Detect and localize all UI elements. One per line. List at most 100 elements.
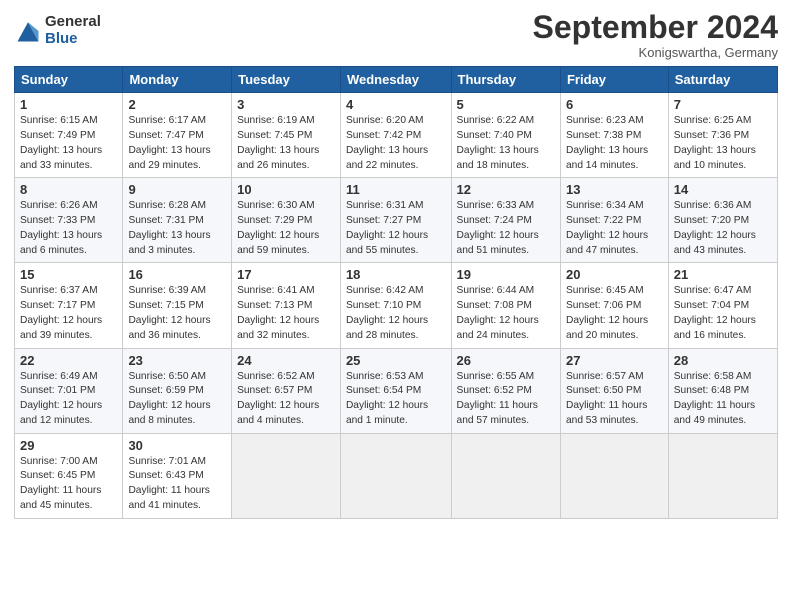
day-number: 22 [20,353,117,368]
page: General Blue September 2024 Konigswartha… [0,0,792,612]
day-info: Sunrise: 6:33 AMSunset: 7:24 PMDaylight:… [457,200,539,255]
table-row: 10 Sunrise: 6:30 AMSunset: 7:29 PMDayligh… [232,178,341,263]
day-number: 30 [128,438,226,453]
table-row: 11Sunrise: 6:31 AMSunset: 7:27 PMDayligh… [340,178,451,263]
month-title: September 2024 [533,10,778,45]
day-number: 21 [674,267,772,282]
table-row: 13 Sunrise: 6:34 AMSunset: 7:22 PMDayligh… [560,178,668,263]
day-info: Sunrise: 6:42 AMSunset: 7:10 PMDaylight:… [346,285,428,340]
table-row [340,433,451,518]
table-row: 18 Sunrise: 6:42 AMSunset: 7:10 PMDayligh… [340,263,451,348]
table-row: 7 Sunrise: 6:25 AMSunset: 7:36 PMDaylight… [668,93,777,178]
day-number: 23 [128,353,226,368]
table-row: 3 Sunrise: 6:19 AMSunset: 7:45 PMDaylight… [232,93,341,178]
day-info: Sunrise: 6:55 AMSunset: 6:52 PMDaylight:… [457,371,538,426]
day-info: Sunrise: 6:30 AMSunset: 7:29 PMDaylight:… [237,200,319,255]
table-row: 8 Sunrise: 6:26 AMSunset: 7:33 PMDaylight… [15,178,123,263]
table-row: 16Sunrise: 6:39 AMSunset: 7:15 PMDayligh… [123,263,232,348]
day-number: 3 [237,97,335,112]
table-row: 15Sunrise: 6:37 AMSunset: 7:17 PMDayligh… [15,263,123,348]
day-number: 4 [346,97,446,112]
table-row: 25 Sunrise: 6:53 AMSunset: 6:54 PMDayligh… [340,348,451,433]
table-row: 1Sunrise: 6:15 AMSunset: 7:49 PMDaylight… [15,93,123,178]
table-row: 9 Sunrise: 6:28 AMSunset: 7:31 PMDaylight… [123,178,232,263]
day-info: Sunrise: 6:45 AMSunset: 7:06 PMDaylight:… [566,285,648,340]
day-info: Sunrise: 6:22 AMSunset: 7:40 PMDaylight:… [457,115,539,170]
day-number: 24 [237,353,335,368]
day-info: Sunrise: 6:19 AMSunset: 7:45 PMDaylight:… [237,115,319,170]
day-number: 8 [20,182,117,197]
table-row: 27 Sunrise: 6:57 AMSunset: 6:50 PMDayligh… [560,348,668,433]
title-block: September 2024 Konigswartha, Germany [533,10,778,60]
day-info: Sunrise: 6:47 AMSunset: 7:04 PMDaylight:… [674,285,756,340]
table-row [560,433,668,518]
table-row [232,433,341,518]
day-info: Sunrise: 7:01 AMSunset: 6:43 PMDaylight:… [128,456,209,511]
day-info: Sunrise: 6:41 AMSunset: 7:13 PMDaylight:… [237,285,319,340]
day-number: 2 [128,97,226,112]
day-number: 7 [674,97,772,112]
day-number: 13 [566,182,663,197]
day-number: 27 [566,353,663,368]
col-monday: Monday [123,67,232,93]
location: Konigswartha, Germany [533,45,778,60]
calendar-header-row: Sunday Monday Tuesday Wednesday Thursday… [15,67,778,93]
col-tuesday: Tuesday [232,67,341,93]
day-info: Sunrise: 6:37 AMSunset: 7:17 PMDaylight:… [20,285,102,340]
logo-blue-text: Blue [45,31,101,48]
calendar-week-4: 22 Sunrise: 6:49 AMSunset: 7:01 PMDayligh… [15,348,778,433]
col-saturday: Saturday [668,67,777,93]
day-info: Sunrise: 6:26 AMSunset: 7:33 PMDaylight:… [20,200,102,255]
day-info: Sunrise: 6:31 AMSunset: 7:27 PMDaylight:… [346,200,428,255]
day-info: Sunrise: 6:23 AMSunset: 7:38 PMDaylight:… [566,115,648,170]
day-number: 18 [346,267,446,282]
calendar-body: 1Sunrise: 6:15 AMSunset: 7:49 PMDaylight… [15,93,778,519]
day-number: 26 [457,353,555,368]
day-info: Sunrise: 6:36 AMSunset: 7:20 PMDaylight:… [674,200,756,255]
day-number: 25 [346,353,446,368]
day-number: 29 [20,438,117,453]
table-row: 4Sunrise: 6:20 AMSunset: 7:42 PMDaylight… [340,93,451,178]
day-info: Sunrise: 6:58 AMSunset: 6:48 PMDaylight:… [674,371,755,426]
day-number: 5 [457,97,555,112]
day-info: Sunrise: 6:49 AMSunset: 7:01 PMDaylight:… [20,371,102,426]
day-number: 10 [237,182,335,197]
day-info: Sunrise: 6:44 AMSunset: 7:08 PMDaylight:… [457,285,539,340]
table-row [451,433,560,518]
calendar-week-3: 15Sunrise: 6:37 AMSunset: 7:17 PMDayligh… [15,263,778,348]
day-info: Sunrise: 6:34 AMSunset: 7:22 PMDaylight:… [566,200,648,255]
calendar-table: Sunday Monday Tuesday Wednesday Thursday… [14,66,778,519]
day-number: 12 [457,182,555,197]
day-info: Sunrise: 6:15 AMSunset: 7:49 PMDaylight:… [20,115,102,170]
table-row: 24Sunrise: 6:52 AMSunset: 6:57 PMDayligh… [232,348,341,433]
day-info: Sunrise: 6:50 AMSunset: 6:59 PMDaylight:… [128,371,210,426]
col-sunday: Sunday [15,67,123,93]
day-info: Sunrise: 6:28 AMSunset: 7:31 PMDaylight:… [128,200,210,255]
col-wednesday: Wednesday [340,67,451,93]
table-row: 20Sunrise: 6:45 AMSunset: 7:06 PMDayligh… [560,263,668,348]
logo: General Blue [14,14,101,47]
day-info: Sunrise: 7:00 AMSunset: 6:45 PMDaylight:… [20,456,101,511]
table-row: 29 Sunrise: 7:00 AMSunset: 6:45 PMDayligh… [15,433,123,518]
table-row: 23 Sunrise: 6:50 AMSunset: 6:59 PMDayligh… [123,348,232,433]
table-row: 22 Sunrise: 6:49 AMSunset: 7:01 PMDayligh… [15,348,123,433]
table-row: 5 Sunrise: 6:22 AMSunset: 7:40 PMDaylight… [451,93,560,178]
day-number: 9 [128,182,226,197]
table-row: 12 Sunrise: 6:33 AMSunset: 7:24 PMDayligh… [451,178,560,263]
table-row: 6 Sunrise: 6:23 AMSunset: 7:38 PMDaylight… [560,93,668,178]
table-row: 30 Sunrise: 7:01 AMSunset: 6:43 PMDayligh… [123,433,232,518]
day-number: 6 [566,97,663,112]
calendar-week-2: 8 Sunrise: 6:26 AMSunset: 7:33 PMDaylight… [15,178,778,263]
day-info: Sunrise: 6:57 AMSunset: 6:50 PMDaylight:… [566,371,647,426]
calendar-week-1: 1Sunrise: 6:15 AMSunset: 7:49 PMDaylight… [15,93,778,178]
day-info: Sunrise: 6:53 AMSunset: 6:54 PMDaylight:… [346,371,428,426]
header: General Blue September 2024 Konigswartha… [14,10,778,60]
table-row: 17 Sunrise: 6:41 AMSunset: 7:13 PMDayligh… [232,263,341,348]
day-number: 17 [237,267,335,282]
day-info: Sunrise: 6:17 AMSunset: 7:47 PMDaylight:… [128,115,210,170]
day-number: 14 [674,182,772,197]
logo-general-text: General [45,14,101,31]
day-info: Sunrise: 6:25 AMSunset: 7:36 PMDaylight:… [674,115,756,170]
table-row: 14 Sunrise: 6:36 AMSunset: 7:20 PMDayligh… [668,178,777,263]
day-info: Sunrise: 6:39 AMSunset: 7:15 PMDaylight:… [128,285,210,340]
